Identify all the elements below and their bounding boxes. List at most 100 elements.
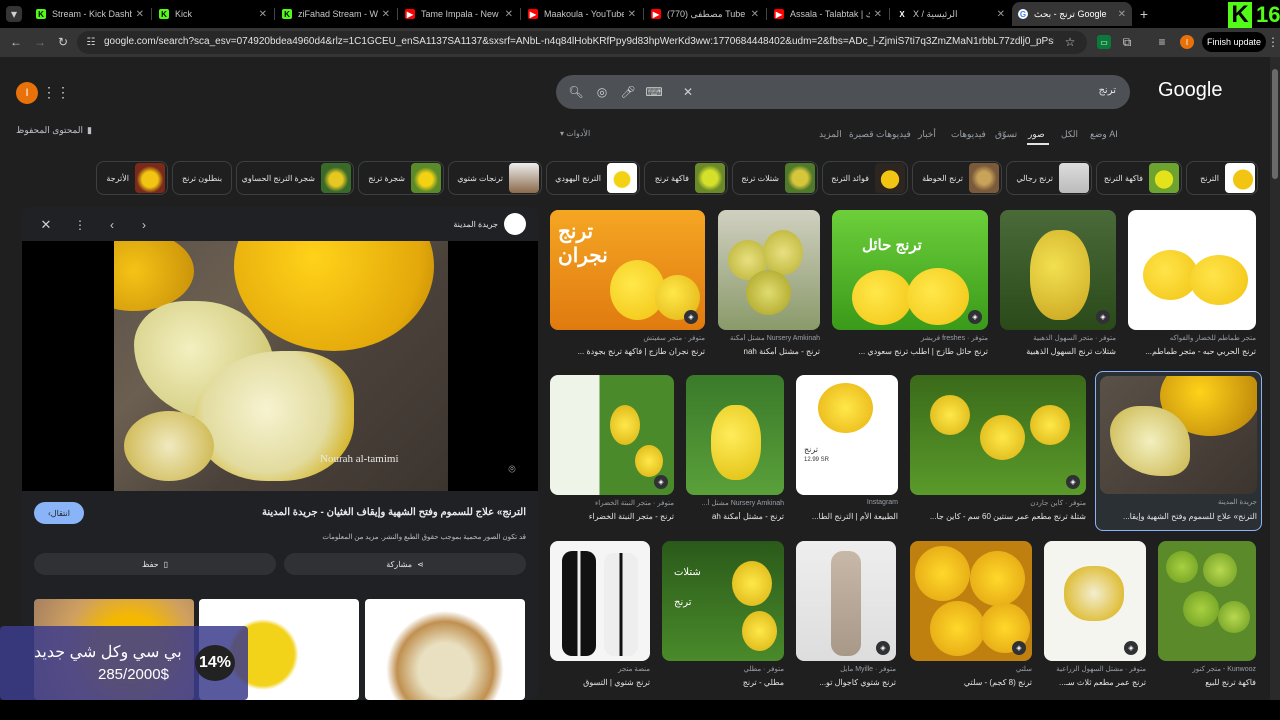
keyboard-icon[interactable]: ⌨: [645, 84, 662, 100]
tab-ai-mode[interactable]: وضع AI: [1090, 129, 1118, 140]
chip[interactable]: بنطلون ترنج: [172, 161, 232, 195]
preview-photo[interactable]: Nourah al-tamimi: [114, 241, 448, 491]
scrollbar-thumb[interactable]: [1272, 69, 1278, 179]
profile-avatar[interactable]: I: [1180, 35, 1194, 49]
reload-icon[interactable]: ↻: [55, 34, 71, 50]
image-result[interactable]: شتلات ترنج متوفر · مطلي مطلي - ترنج: [662, 541, 784, 691]
site-info-icon[interactable]: ☷: [85, 36, 97, 48]
saved-content-link[interactable]: المحتوى المحفوظ ▮: [16, 125, 92, 136]
apps-grid-icon[interactable]: ⋮⋮: [42, 84, 70, 100]
tab-all[interactable]: الكل: [1061, 129, 1078, 140]
tab-6[interactable]: ▶Assala - Talabtak | لك✕: [768, 2, 888, 26]
media-control-icon[interactable]: ≡: [1155, 35, 1169, 49]
image-result[interactable]: ترنج حائل ◈ متوفر · freshes فريشز ترنج ح…: [832, 210, 988, 360]
preview-source[interactable]: جريدة المدينة: [453, 213, 526, 235]
profile-avatar[interactable]: I: [16, 82, 38, 104]
image-result[interactable]: منصة متجر ترنج شتوي | التسوق: [550, 541, 650, 691]
image-result[interactable]: Nursery Amkinah مشتل أ... ترنج - مشتل أم…: [686, 375, 784, 530]
more-options-icon[interactable]: ⋮: [72, 217, 88, 233]
tab-8-active[interactable]: G ترنج - بحث Google ✕: [1012, 2, 1132, 26]
tab-search-icon[interactable]: ▾: [6, 6, 22, 22]
close-icon[interactable]: ✕: [505, 9, 513, 20]
preview-title[interactable]: الترنج» علاج للسموم وفتح الشهية وإيقاف ا…: [262, 507, 526, 518]
tab-shopping[interactable]: تسوّق: [995, 129, 1017, 140]
bookmark-star-icon[interactable]: ☆: [1063, 35, 1077, 49]
image-result[interactable]: متجر طماطم للخضار والفواكه ترنج الحربي ح…: [1128, 210, 1256, 360]
image-result[interactable]: ترنج 12.99 SR Instagram الطبيعة الأم | ا…: [796, 375, 898, 530]
lens-search-icon[interactable]: ⌾: [504, 461, 520, 477]
close-icon[interactable]: ✕: [382, 9, 390, 20]
chip[interactable]: فاكهة الترنج: [1096, 161, 1182, 195]
image-result[interactable]: ◈ متوفر · متجر السهول الذهبية شتلات ترنج…: [1000, 210, 1116, 360]
next-icon[interactable]: ›: [136, 217, 152, 233]
x-icon: X: [897, 9, 907, 19]
tab-images[interactable]: صور: [1028, 129, 1045, 140]
close-icon[interactable]: ✕: [751, 9, 759, 20]
back-icon[interactable]: ←: [8, 34, 24, 50]
tab-more[interactable]: المزيد: [819, 129, 842, 140]
chip[interactable]: ترنجات شتوي: [448, 161, 542, 195]
menu-kebab-icon[interactable]: ⋮: [1267, 35, 1279, 49]
close-icon[interactable]: ✕: [38, 217, 54, 233]
image-result[interactable]: ◈ متوفر · كاين جاردن شتلة ترنج مطعم عمر …: [910, 375, 1086, 530]
image-result[interactable]: ◈ متوفر · مشتل السهول الزراعية ترنج عمر …: [1044, 541, 1146, 691]
lens-icon[interactable]: ◎: [594, 84, 610, 100]
tab-4[interactable]: ▶ Maakoula - YouTube ✕: [522, 2, 642, 26]
close-icon[interactable]: ✕: [136, 9, 144, 20]
chip[interactable]: الأترجة: [96, 161, 168, 195]
related-thumb[interactable]: [365, 599, 525, 700]
new-tab-button[interactable]: +: [1136, 5, 1152, 23]
chip[interactable]: الترنج اليهودي: [546, 161, 640, 195]
puzzle-icon[interactable]: ⧉: [1120, 35, 1134, 49]
previous-icon[interactable]: ‹: [104, 217, 120, 233]
close-icon[interactable]: ✕: [628, 9, 636, 20]
close-icon[interactable]: ✕: [259, 9, 267, 20]
image-result-selected[interactable]: جريدة المدينة الترنج» علاج للسموم وفتح ا…: [1095, 371, 1262, 531]
tab-news[interactable]: أخبار: [918, 129, 936, 140]
chip[interactable]: الترنج: [1186, 161, 1258, 195]
image-result[interactable]: Kunwooz - متجر كنوز فاكهة ترنج للبيع: [1158, 541, 1256, 691]
address-bar[interactable]: ☷ google.com/search?sca_esv=074920bdea49…: [77, 31, 1087, 54]
chip[interactable]: ترنج الحوطة: [912, 161, 1002, 195]
chip[interactable]: شتلات ترنج: [732, 161, 818, 195]
forward-icon[interactable]: →: [32, 34, 48, 50]
clear-icon[interactable]: ✕: [680, 84, 696, 100]
visit-button[interactable]: ‹ انتقال: [34, 502, 84, 524]
extension-icon[interactable]: ▭: [1097, 35, 1111, 49]
chip[interactable]: ترنج رجالي: [1006, 161, 1092, 195]
chip[interactable]: فاكهة ترنج: [644, 161, 728, 195]
image-result[interactable]: ◈ سلتي ترنج (8 كجم) - سلتي: [910, 541, 1032, 691]
image-text: ترنج حائل: [862, 237, 922, 254]
tab-5[interactable]: ▶ (770) مصطفى Tube ✕: [645, 2, 765, 26]
chip[interactable]: فوائد الترنج: [822, 161, 908, 195]
search-icon[interactable]: 🔍︎: [568, 84, 584, 100]
active-tab-indicator: [1027, 143, 1049, 145]
share-button[interactable]: مشاركة ⋖: [284, 553, 526, 575]
close-icon[interactable]: ✕: [1118, 9, 1126, 20]
google-logo[interactable]: Google: [1158, 79, 1223, 102]
image-result[interactable]: Nursery Amkinah مشتل أمكنة ترنج - مشتل أ…: [718, 210, 820, 360]
tab-7[interactable]: XX / الرئيسية ✕: [891, 2, 1011, 26]
tab-2[interactable]: KziFahad Stream - Wa ✕: [276, 2, 396, 26]
tab-3[interactable]: ▶ Tame Impala - New P ✕: [399, 2, 519, 26]
close-icon[interactable]: ✕: [874, 9, 882, 20]
search-box[interactable]: 🔍︎ ◎ 🎤︎ ⌨ ✕ ترنج: [556, 75, 1130, 109]
microphone-icon[interactable]: 🎤︎: [620, 84, 636, 100]
image-result[interactable]: ◈ متوفر · متجر النبتة الخضراء ترنج - متج…: [550, 375, 674, 530]
tools-button[interactable]: ▾ الأدوات: [560, 129, 590, 138]
page-scrollbar[interactable]: [1270, 57, 1280, 700]
chip[interactable]: شجرة ترنج: [358, 161, 444, 195]
result-image: [686, 375, 784, 495]
chip[interactable]: شجرة الترنج الحساوي: [236, 161, 354, 195]
tab-1[interactable]: K Kick ✕: [153, 2, 273, 26]
tab-short-videos[interactable]: فيديوهات قصيرة: [849, 129, 911, 140]
tab-videos[interactable]: فيديوهات: [951, 129, 986, 140]
finish-update-button[interactable]: Finish update: [1202, 32, 1266, 52]
close-icon[interactable]: ✕: [997, 9, 1005, 20]
save-button[interactable]: حفظ ▯: [34, 553, 276, 575]
tab-0[interactable]: K Stream - Kick Dashbo ✕: [30, 2, 150, 26]
donation-goal-overlay: بي سي وكل شي جديد 285/2000$ 14%: [0, 626, 248, 700]
url-text: google.com/search?sca_esv=074920bdea4960…: [104, 36, 1054, 47]
image-result[interactable]: ◈ متوفر · Myille مايل ترنج شتوي كاجوال ت…: [796, 541, 896, 691]
image-result[interactable]: ترنج نجران ◈ متوفر · متجر سفيتش ترنج نجر…: [550, 210, 705, 360]
